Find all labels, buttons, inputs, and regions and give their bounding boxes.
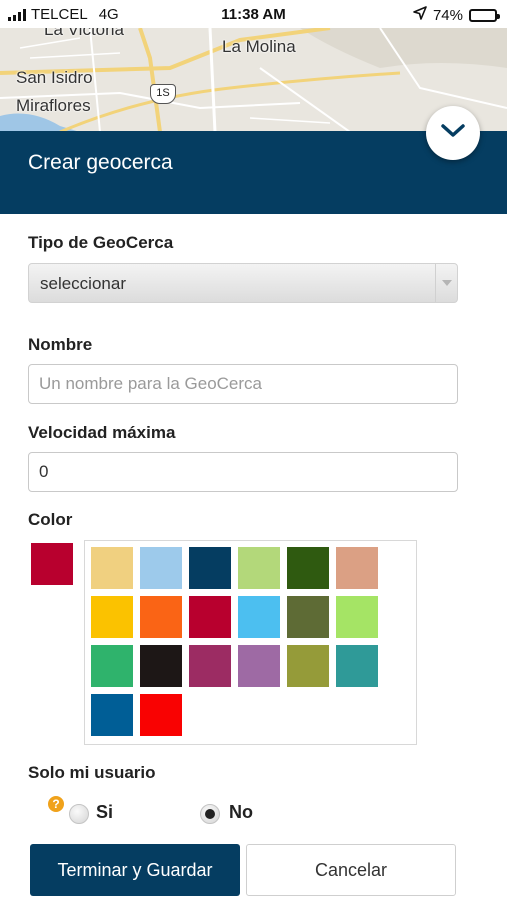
color-swatch[interactable] [91, 694, 133, 736]
page-title: Crear geocerca [28, 151, 173, 174]
tipo-geocerca-label: Tipo de GeoCerca [28, 233, 174, 252]
radio-si-label[interactable]: Si [96, 802, 113, 823]
color-label: Color [28, 510, 73, 529]
color-swatch[interactable] [336, 645, 378, 687]
status-right: 74% [413, 6, 500, 24]
cancelar-button[interactable]: Cancelar [246, 844, 456, 896]
nombre-label: Nombre [28, 335, 93, 354]
color-palette [84, 540, 417, 745]
color-swatch[interactable] [91, 596, 133, 638]
color-swatch[interactable] [91, 645, 133, 687]
velocidad-maxima-label: Velocidad máxima [28, 423, 176, 442]
tipo-geocerca-value: seleccionar [40, 274, 126, 293]
color-swatch[interactable] [238, 645, 280, 687]
map-label-miraflores: Miraflores [16, 96, 91, 115]
radio-no-label[interactable]: No [229, 802, 253, 823]
color-swatch[interactable] [91, 547, 133, 589]
radio-si[interactable] [69, 804, 89, 824]
nombre-input[interactable] [28, 364, 458, 404]
location-arrow-icon [413, 6, 427, 24]
color-swatch[interactable] [140, 645, 182, 687]
collapse-panel-button[interactable] [426, 106, 480, 160]
radio-no[interactable] [200, 804, 220, 824]
tipo-geocerca-select[interactable]: seleccionar [28, 263, 458, 303]
terminar-guardar-button[interactable]: Terminar y Guardar [30, 844, 240, 896]
color-swatch[interactable] [287, 596, 329, 638]
color-swatch[interactable] [189, 547, 231, 589]
color-swatch[interactable] [336, 596, 378, 638]
solo-mi-usuario-label: Solo mi usuario [28, 763, 156, 782]
color-swatch[interactable] [189, 645, 231, 687]
dropdown-arrow-icon [435, 264, 457, 302]
map-label-san-isidro: San Isidro [16, 68, 93, 87]
color-swatch[interactable] [238, 596, 280, 638]
selected-color-swatch [31, 543, 73, 585]
color-swatch[interactable] [287, 645, 329, 687]
chevron-down-icon [440, 123, 466, 144]
status-bar: TELCEL 4G 11:38 AM 74% [0, 0, 507, 28]
color-swatch[interactable] [140, 596, 182, 638]
color-swatch[interactable] [189, 596, 231, 638]
solo-mi-usuario-options: ? Si No [0, 796, 507, 826]
battery-percent: 74% [432, 6, 463, 24]
help-icon[interactable]: ? [48, 796, 64, 812]
color-swatch[interactable] [287, 547, 329, 589]
battery-icon [469, 8, 500, 22]
color-swatch[interactable] [238, 547, 280, 589]
color-swatch[interactable] [140, 694, 182, 736]
map-label-la-victoria: La Victoria [44, 28, 125, 39]
map-label-la-molina: La Molina [222, 37, 296, 56]
color-swatch[interactable] [140, 547, 182, 589]
color-swatch[interactable] [336, 547, 378, 589]
highway-shield-icon: 1S [150, 84, 176, 104]
velocidad-maxima-input[interactable] [28, 452, 458, 492]
